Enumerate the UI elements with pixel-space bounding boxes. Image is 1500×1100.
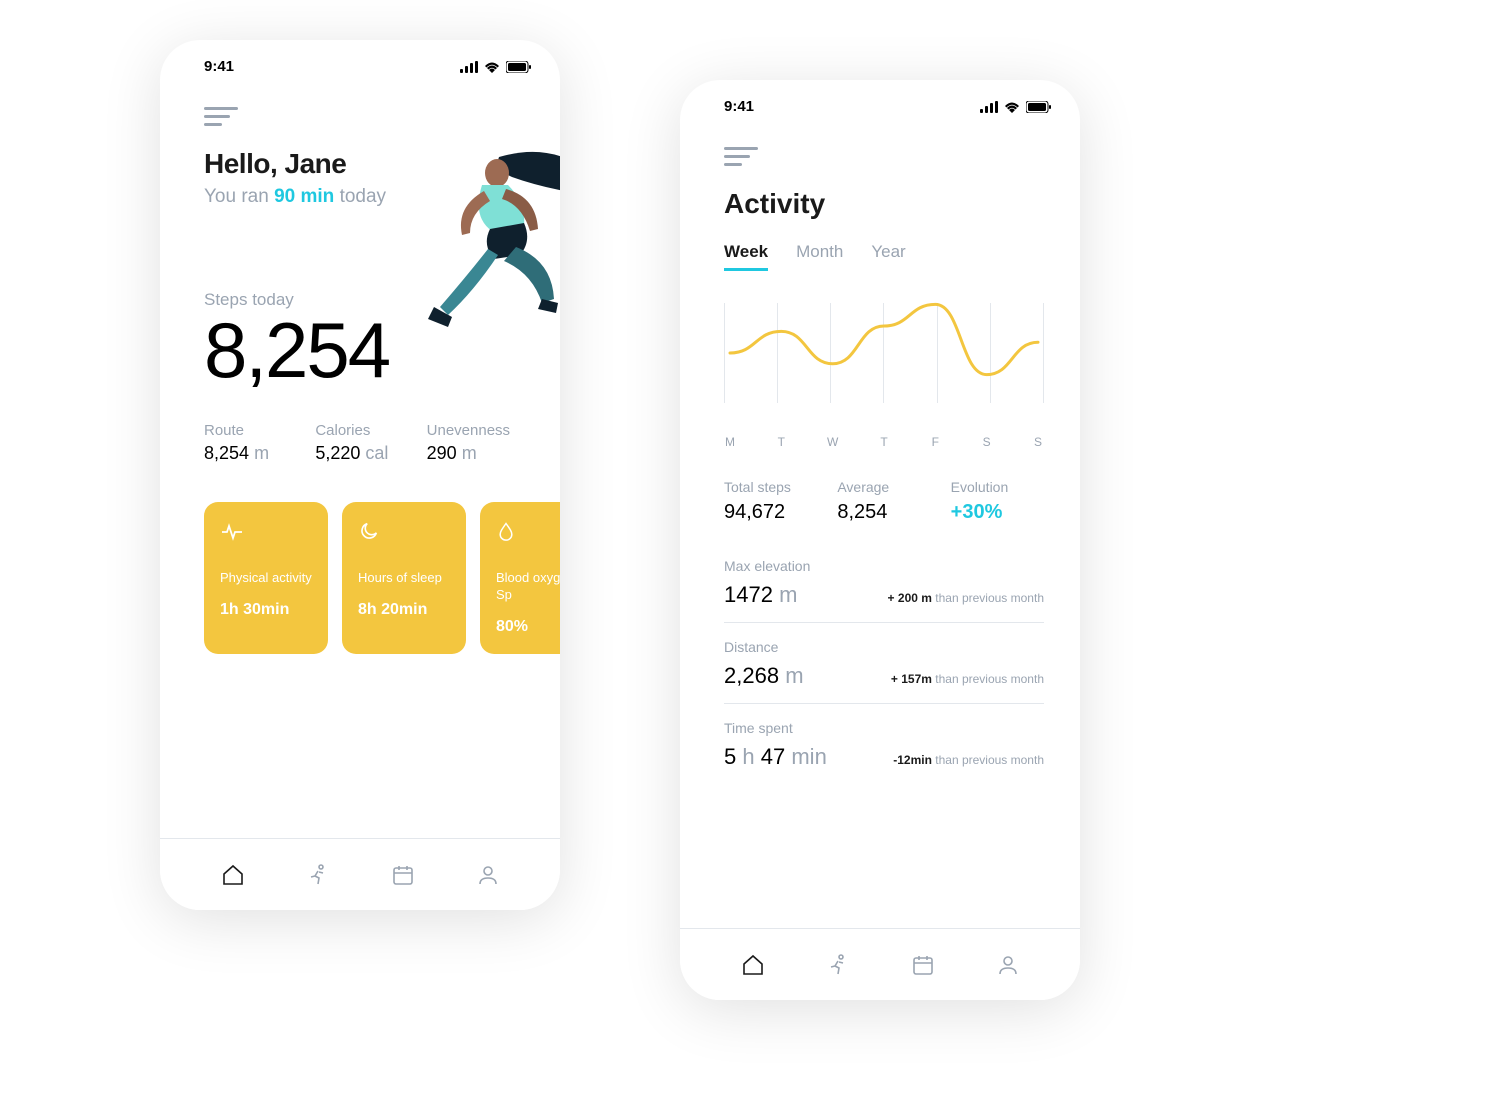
stat-value: 5 h 47 min bbox=[724, 744, 827, 770]
stat-compare: + 200 m than previous month bbox=[888, 591, 1044, 605]
card-oxygen[interactable]: Blood oxygen Sp 80% bbox=[480, 502, 560, 654]
tab-bar bbox=[680, 928, 1080, 1000]
summary-label: Average bbox=[837, 479, 930, 495]
tab-calendar[interactable] bbox=[381, 853, 425, 897]
tab-week[interactable]: Week bbox=[724, 242, 768, 271]
stat-row: 2,268 m + 157m than previous month bbox=[724, 663, 1044, 689]
chart-line bbox=[724, 293, 1044, 413]
card-value: 8h 20min bbox=[358, 601, 450, 619]
battery-icon bbox=[1026, 101, 1052, 113]
cellular-icon bbox=[980, 101, 998, 113]
metric-value: 8,254 m bbox=[204, 443, 301, 464]
pulse-icon bbox=[220, 520, 312, 544]
metric-value: 290 m bbox=[427, 443, 524, 464]
tab-home[interactable] bbox=[731, 943, 775, 987]
metric-label: Calories bbox=[315, 422, 412, 439]
battery-icon bbox=[506, 61, 532, 73]
droplet-icon bbox=[496, 520, 560, 544]
tab-profile[interactable] bbox=[466, 853, 510, 897]
calendar-icon bbox=[391, 863, 415, 887]
summary-label: Evolution bbox=[951, 479, 1044, 495]
status-icons bbox=[980, 101, 1052, 113]
tab-home[interactable] bbox=[211, 853, 255, 897]
tab-month[interactable]: Month bbox=[796, 242, 843, 271]
card-physical-activity[interactable]: Physical activity 1h 30min bbox=[204, 502, 328, 654]
stat-label: Time spent bbox=[724, 720, 1044, 736]
stat-label: Max elevation bbox=[724, 558, 1044, 574]
metrics-row: Route 8,254 m Calories 5,220 cal Unevenn… bbox=[204, 422, 524, 464]
metric-route: Route 8,254 m bbox=[204, 422, 301, 464]
subgreet-highlight: 90 min bbox=[274, 186, 334, 207]
summary-value: +30% bbox=[951, 501, 1044, 524]
metric-label: Route bbox=[204, 422, 301, 439]
tab-activity[interactable] bbox=[816, 943, 860, 987]
home-icon bbox=[741, 953, 765, 977]
tab-activity[interactable] bbox=[296, 853, 340, 897]
stat-distance: Distance 2,268 m + 157m than previous mo… bbox=[724, 639, 1044, 704]
stat-label: Distance bbox=[724, 639, 1044, 655]
runner-illustration bbox=[404, 143, 560, 343]
menu-icon bbox=[724, 147, 1044, 166]
activity-screen: 9:41 Activity Week Month Year MTWTFSS bbox=[680, 80, 1080, 1000]
home-content: Hello, Jane You ran 90 min today bbox=[160, 81, 560, 654]
status-bar: 9:41 bbox=[680, 80, 1080, 121]
tab-bar bbox=[160, 838, 560, 910]
subgreet-post: today bbox=[334, 186, 386, 207]
status-icons bbox=[460, 61, 532, 73]
wifi-icon bbox=[484, 61, 500, 73]
menu-button[interactable] bbox=[724, 147, 1044, 166]
tab-calendar[interactable] bbox=[901, 943, 945, 987]
card-title: Blood oxygen Sp bbox=[496, 570, 560, 604]
card-title: Physical activity bbox=[220, 570, 312, 587]
status-bar: 9:41 bbox=[160, 40, 560, 81]
stat-row: 5 h 47 min -12min than previous month bbox=[724, 744, 1044, 770]
subgreet-pre: You ran bbox=[204, 186, 274, 207]
summary-row: Total steps 94,672 Average 8,254 Evoluti… bbox=[724, 479, 1044, 524]
card-title: Hours of sleep bbox=[358, 570, 450, 587]
card-value: 1h 30min bbox=[220, 601, 312, 619]
user-icon bbox=[996, 953, 1020, 977]
home-icon bbox=[221, 863, 245, 887]
stat-time: Time spent 5 h 47 min -12min than previo… bbox=[724, 720, 1044, 784]
summary-label: Total steps bbox=[724, 479, 817, 495]
stat-value: 1472 m bbox=[724, 582, 797, 608]
activity-content: Activity Week Month Year MTWTFSS Total s… bbox=[680, 121, 1080, 784]
card-sleep[interactable]: Hours of sleep 8h 20min bbox=[342, 502, 466, 654]
summary-value: 94,672 bbox=[724, 501, 817, 524]
cellular-icon bbox=[460, 61, 478, 73]
tab-year[interactable]: Year bbox=[871, 242, 905, 271]
stat-value: 2,268 m bbox=[724, 663, 804, 689]
status-time: 9:41 bbox=[724, 98, 754, 115]
stat-row: 1472 m + 200 m than previous month bbox=[724, 582, 1044, 608]
wifi-icon bbox=[1004, 101, 1020, 113]
activity-title: Activity bbox=[724, 188, 1044, 220]
running-icon bbox=[306, 863, 330, 887]
range-tabs: Week Month Year bbox=[724, 242, 1044, 271]
summary-value: 8,254 bbox=[837, 501, 930, 524]
calendar-icon bbox=[911, 953, 935, 977]
summary-average: Average 8,254 bbox=[837, 479, 930, 524]
tab-profile[interactable] bbox=[986, 943, 1030, 987]
summary-evolution: Evolution +30% bbox=[951, 479, 1044, 524]
running-icon bbox=[826, 953, 850, 977]
stat-compare: + 157m than previous month bbox=[891, 672, 1044, 686]
card-value: 80% bbox=[496, 618, 560, 636]
user-icon bbox=[476, 863, 500, 887]
health-cards: Physical activity 1h 30min Hours of slee… bbox=[204, 502, 560, 654]
menu-button[interactable] bbox=[204, 107, 524, 126]
stat-elevation: Max elevation 1472 m + 200 m than previo… bbox=[724, 558, 1044, 623]
status-time: 9:41 bbox=[204, 58, 234, 75]
metric-value: 5,220 cal bbox=[315, 443, 412, 464]
moon-icon bbox=[358, 520, 450, 544]
activity-chart bbox=[724, 293, 1044, 423]
menu-icon bbox=[204, 107, 524, 126]
home-screen: 9:41 Hello, Jane You ran 90 min today bbox=[160, 40, 560, 910]
summary-total: Total steps 94,672 bbox=[724, 479, 817, 524]
metric-unevenness: Unevenness 290 m bbox=[427, 422, 524, 464]
metric-label: Unevenness bbox=[427, 422, 524, 439]
chart-xaxis: MTWTFSS bbox=[724, 435, 1044, 449]
metric-calories: Calories 5,220 cal bbox=[315, 422, 412, 464]
stat-compare: -12min than previous month bbox=[893, 753, 1044, 767]
